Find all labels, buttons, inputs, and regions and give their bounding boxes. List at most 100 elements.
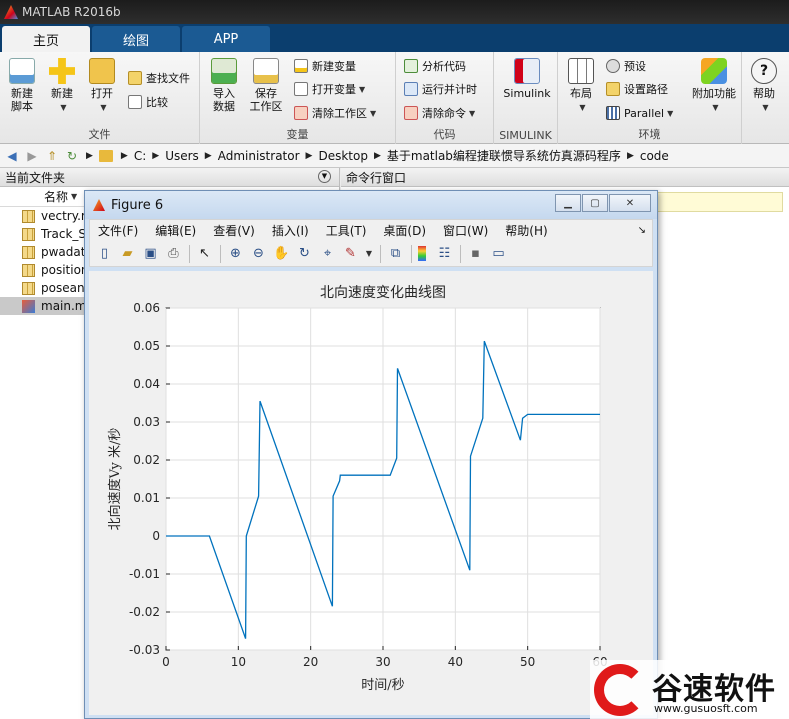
menu-window[interactable]: 窗口(W) bbox=[443, 222, 488, 239]
parallel-icon bbox=[606, 106, 620, 120]
menu-file[interactable]: 文件(F) bbox=[98, 222, 138, 239]
link-plot-icon[interactable]: ⧉ bbox=[387, 245, 404, 262]
print-icon[interactable]: ⎙ bbox=[165, 245, 182, 262]
data-cursor-icon[interactable]: ⌖ bbox=[319, 245, 336, 262]
x-tick-label: 30 bbox=[375, 655, 390, 669]
help-button[interactable]: ? 帮助 ▼ bbox=[742, 58, 786, 114]
window-controls: ▁ ▢ ✕ bbox=[554, 194, 651, 212]
figure-toolbar: ▯ ▰ ▣ ⎙ ↖ ⊕ ⊖ ✋ ↻ ⌖ ✎ ▼ ⧉ ☷ ▪ ▭ bbox=[89, 241, 653, 267]
menu-help[interactable]: 帮助(H) bbox=[505, 222, 547, 239]
help-group: ? 帮助 ▼ bbox=[742, 52, 789, 144]
y-tick-label: 0.01 bbox=[133, 491, 160, 505]
menu-view[interactable]: 查看(V) bbox=[213, 222, 255, 239]
import-data-button[interactable]: 导入 数据 bbox=[202, 58, 246, 113]
y-tick-label: -0.03 bbox=[129, 643, 160, 657]
up-folder-icon[interactable]: ⇑ bbox=[44, 148, 60, 164]
pointer-icon[interactable]: ↖ bbox=[196, 245, 213, 262]
set-path-button[interactable]: 设置路径 bbox=[606, 79, 668, 99]
command-window-title: 命令行窗口 bbox=[346, 170, 407, 185]
addons-icon bbox=[701, 58, 727, 84]
breadcrumb-code[interactable]: code bbox=[640, 149, 669, 163]
open-file-icon[interactable]: ▰ bbox=[119, 245, 136, 262]
layout-button[interactable]: 布局 ▼ bbox=[560, 58, 602, 114]
save-workspace-button[interactable]: 保存 工作区 bbox=[244, 58, 288, 113]
rotate-3d-icon[interactable]: ↻ bbox=[296, 245, 313, 262]
brush-icon[interactable]: ✎ bbox=[342, 245, 359, 262]
clear-commands-button[interactable]: 清除命令 ▼ bbox=[404, 103, 475, 123]
menu-tools[interactable]: 工具(T) bbox=[326, 222, 367, 239]
breadcrumb-drive[interactable]: C: bbox=[134, 149, 146, 163]
addons-button[interactable]: 附加功能 ▼ bbox=[686, 58, 742, 114]
compare-icon bbox=[128, 95, 142, 109]
save-workspace-icon bbox=[253, 58, 279, 84]
code-group-label: 代码 bbox=[433, 128, 456, 141]
close-icon[interactable]: ✕ bbox=[609, 194, 651, 212]
simulink-icon bbox=[514, 58, 540, 84]
maximize-icon[interactable]: ▢ bbox=[582, 194, 608, 212]
open-variable-button[interactable]: 打开变量 ▼ bbox=[294, 79, 365, 99]
eraser-icon bbox=[294, 106, 308, 120]
tab-home[interactable]: 主页 bbox=[2, 26, 90, 52]
menu-dock-icon[interactable]: ↘ bbox=[638, 225, 646, 236]
menu-edit[interactable]: 编辑(E) bbox=[155, 222, 196, 239]
pan-hand-icon[interactable]: ✋ bbox=[273, 245, 290, 262]
simulink-group-label: SIMULINK bbox=[499, 129, 552, 142]
back-arrow-icon[interactable]: ◀ bbox=[4, 148, 20, 164]
breadcrumb-users[interactable]: Users bbox=[165, 149, 199, 163]
legend-icon[interactable]: ☷ bbox=[436, 245, 453, 262]
find-files-button[interactable]: 查找文件 bbox=[128, 68, 190, 88]
m-file-icon bbox=[22, 263, 35, 277]
show-tools-icon[interactable]: ▭ bbox=[490, 245, 507, 262]
site-watermark: 谷速软件 www.gusuosft.com bbox=[590, 660, 789, 719]
analyze-code-icon bbox=[404, 59, 418, 73]
breadcrumb-administrator[interactable]: Administrator bbox=[218, 149, 300, 163]
figure-canvas: 0102030405060-0.03-0.02-0.0100.010.020.0… bbox=[89, 271, 653, 715]
environment-group-label: 环境 bbox=[638, 128, 661, 141]
analyze-code-button[interactable]: 分析代码 bbox=[404, 56, 466, 76]
run-time-icon bbox=[404, 82, 418, 96]
x-tick-label: 50 bbox=[520, 655, 535, 669]
new-variable-icon bbox=[294, 59, 308, 73]
tab-plots[interactable]: 绘图 bbox=[92, 26, 180, 52]
new-button[interactable]: 新建 ▼ bbox=[40, 58, 84, 114]
hide-tools-icon[interactable]: ▪ bbox=[467, 245, 484, 262]
code-group: 分析代码 运行并计时 清除命令 ▼ 代码 bbox=[396, 52, 494, 144]
simulink-button[interactable]: Simulink bbox=[502, 58, 552, 100]
minimize-icon[interactable]: ▁ bbox=[555, 194, 581, 212]
m-file-icon bbox=[22, 281, 35, 295]
path-separator-icon: ▶ bbox=[86, 150, 93, 161]
new-script-button[interactable]: 新建 脚本 bbox=[0, 58, 44, 113]
brush-dropdown-icon[interactable]: ▼ bbox=[365, 245, 373, 262]
open-button[interactable]: 打开 ▼ bbox=[80, 58, 124, 114]
preferences-button[interactable]: 预设 bbox=[606, 56, 646, 76]
run-and-time-button[interactable]: 运行并计时 bbox=[404, 79, 477, 99]
parallel-button[interactable]: Parallel ▼ bbox=[606, 103, 673, 123]
new-variable-button[interactable]: 新建变量 bbox=[294, 56, 356, 76]
m-file-icon bbox=[22, 245, 35, 259]
tab-apps[interactable]: APP bbox=[182, 26, 270, 52]
figure-titlebar[interactable]: Figure 6 ▁ ▢ ✕ bbox=[85, 191, 657, 219]
breadcrumb-project[interactable]: 基于matlab编程捷联惯导系统仿真源码程序 bbox=[387, 147, 621, 164]
y-axis-label: 北向速度Vy 米/秒 bbox=[107, 428, 123, 531]
y-tick-label: 0 bbox=[152, 529, 160, 543]
save-icon[interactable]: ▣ bbox=[142, 245, 159, 262]
browse-folder-icon[interactable]: ↻ bbox=[64, 148, 80, 164]
file-group: 新建 脚本 新建 ▼ 打开 ▼ 查找文件 比较 文件 bbox=[0, 52, 200, 144]
clear-workspace-button[interactable]: 清除工作区 ▼ bbox=[294, 103, 376, 123]
forward-arrow-icon[interactable]: ▶ bbox=[24, 148, 40, 164]
m-file-icon bbox=[22, 227, 35, 241]
menu-desktop[interactable]: 桌面(D) bbox=[383, 222, 426, 239]
app-title: MATLAB R2016b bbox=[22, 5, 121, 19]
panel-menu-icon[interactable]: ▼ bbox=[318, 170, 331, 183]
folder-icon bbox=[606, 82, 620, 96]
y-tick-label: 0.02 bbox=[133, 453, 160, 467]
compare-button[interactable]: 比较 bbox=[128, 92, 168, 112]
breadcrumb-desktop[interactable]: Desktop bbox=[318, 149, 368, 163]
x-tick-label: 40 bbox=[448, 655, 463, 669]
zoom-in-icon[interactable]: ⊕ bbox=[227, 245, 244, 262]
new-figure-icon[interactable]: ▯ bbox=[96, 245, 113, 262]
zoom-out-icon[interactable]: ⊖ bbox=[250, 245, 267, 262]
colorbar-icon[interactable] bbox=[418, 246, 426, 261]
menu-insert[interactable]: 插入(I) bbox=[272, 222, 309, 239]
current-folder-header: 当前文件夹 ▼ bbox=[0, 168, 339, 187]
